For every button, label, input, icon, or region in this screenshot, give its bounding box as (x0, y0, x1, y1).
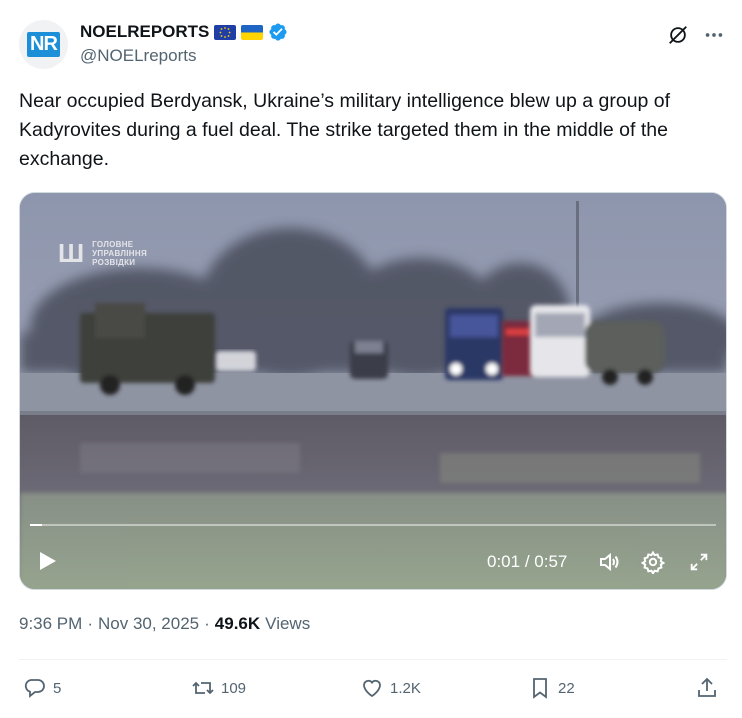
play-icon (40, 552, 56, 570)
video-progress-fill (30, 524, 42, 526)
bookmark-icon (533, 678, 547, 699)
gear-icon (641, 550, 665, 574)
fullscreen-button[interactable] (686, 549, 712, 575)
ukraine-flag-icon (241, 24, 264, 40)
grok-icon[interactable] (667, 24, 689, 46)
display-name[interactable]: NOELREPORTS (80, 22, 209, 42)
author-info: NOELREPORTS @NOELreports (80, 22, 288, 66)
video-time: 0:01 / 0:57 (487, 552, 567, 572)
tweet-meta: 9:36 PM · Nov 30, 2025 · 49.6K Views (19, 614, 310, 634)
share-icon (698, 677, 716, 697)
time-separator: / (520, 552, 535, 571)
name-row: NOELREPORTS (80, 22, 288, 42)
tweet-header: NR NOELREPORTS @NOELreports (19, 18, 729, 70)
heart-icon (363, 679, 381, 698)
action-bar: 5 109 1.2K 22 (19, 672, 727, 706)
views-label: Views (265, 614, 311, 633)
avatar[interactable]: NR (19, 20, 68, 69)
verified-badge-icon (269, 23, 287, 41)
volume-button[interactable] (596, 549, 622, 575)
volume-icon (600, 552, 619, 572)
watermark-line: УПРАВЛІННЯ (92, 249, 147, 258)
settings-button[interactable] (640, 549, 666, 575)
share-button[interactable] (695, 676, 719, 700)
eu-flag-icon (214, 24, 237, 40)
watermark-line: ГОЛОВНЕ (92, 240, 134, 249)
top-actions (667, 24, 725, 46)
meta-separator: · (204, 614, 210, 633)
views-count: 49.6K (214, 614, 261, 633)
bookmark-count: 22 (558, 679, 575, 697)
video-watermark: Ш ГОЛОВНЕ УПРАВЛІННЯ РОЗВІДКИ (58, 238, 147, 269)
tweet-text: Near occupied Berdyansk, Ukraine’s milit… (19, 90, 671, 170)
expand-icon (690, 553, 708, 571)
like-button[interactable]: 1.2K (360, 676, 421, 700)
duration: 0:57 (534, 552, 568, 571)
tweet-date[interactable]: Nov 30, 2025 (98, 614, 199, 634)
repost-icon (192, 681, 214, 695)
like-count: 1.2K (390, 679, 421, 697)
reply-count: 5 (53, 679, 62, 697)
watermark-line: РОЗВІДКИ (92, 258, 136, 267)
author-handle[interactable]: @NOELreports (80, 46, 288, 66)
video-progress-bar[interactable] (30, 524, 716, 526)
current-time: 0:01 (487, 552, 521, 571)
meta-separator: · (87, 614, 93, 633)
avatar-logo: NR (27, 32, 60, 57)
more-options-icon[interactable] (703, 24, 725, 46)
repost-count: 109 (221, 679, 247, 697)
reply-icon (24, 679, 45, 698)
reply-button[interactable]: 5 (23, 676, 61, 700)
bookmark-button[interactable]: 22 (528, 676, 575, 700)
video-player[interactable]: Ш ГОЛОВНЕ УПРАВЛІННЯ РОЗВІДКИ 0:01 / 0:5… (19, 192, 727, 590)
divider (19, 659, 727, 660)
repost-button[interactable]: 109 (191, 676, 246, 700)
watermark-text: ГОЛОВНЕ УПРАВЛІННЯ РОЗВІДКИ (92, 240, 147, 267)
tweet-time[interactable]: 9:36 PM (19, 614, 82, 634)
play-button[interactable] (35, 549, 59, 573)
watermark-trident-icon: Ш (58, 238, 85, 268)
